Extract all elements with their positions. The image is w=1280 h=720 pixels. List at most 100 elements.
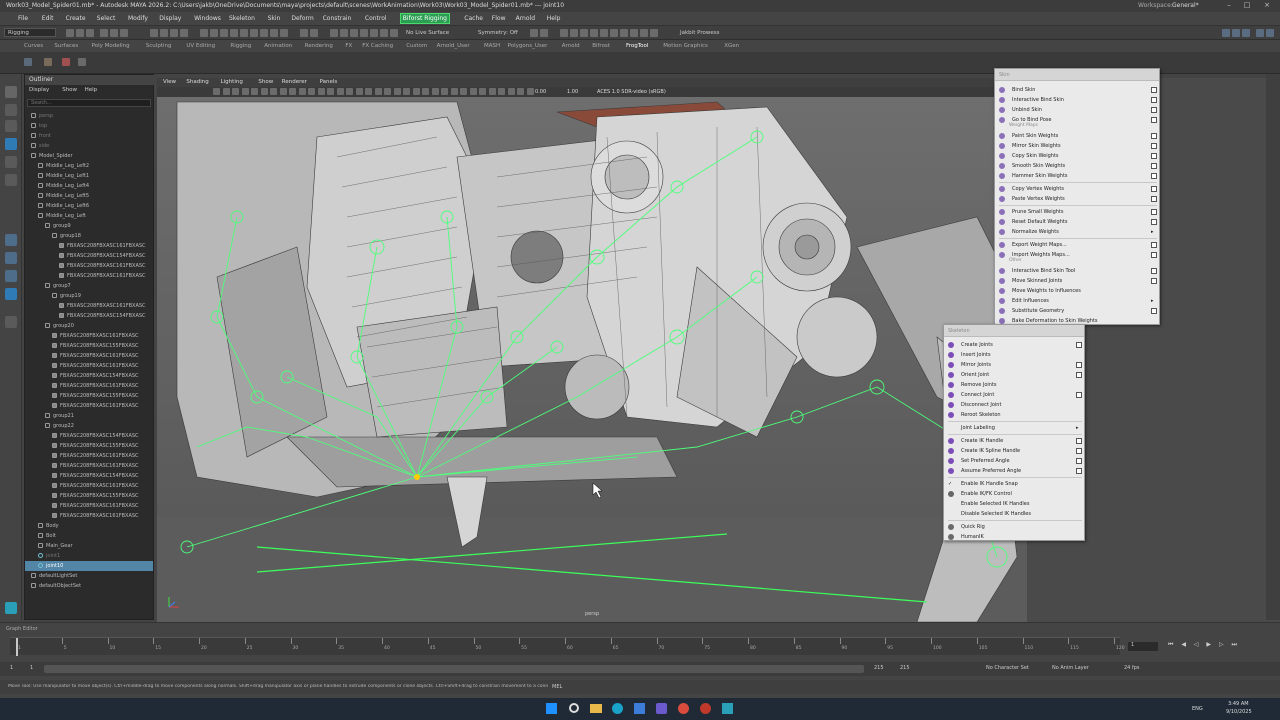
outliner-row[interactable]: group7 <box>25 281 153 291</box>
viewport-toolbar-icon[interactable] <box>251 88 258 95</box>
viewport-toolbar-icon[interactable] <box>355 88 363 95</box>
mel-label[interactable]: MEL <box>552 684 562 690</box>
outliner-row[interactable]: FBXASC208FBXASC161FBXASC <box>25 501 153 511</box>
skin-menu-item[interactable]: Paste Vertex Weights <box>995 194 1161 204</box>
minimize-icon[interactable]: – <box>1222 1 1236 10</box>
viewport-scene[interactable]: persp <box>157 97 1027 622</box>
timeline-ruler[interactable]: 1 5 10 15 20 25 30 35 40 45 50 55 60 65 70 75 80 85 90 95 10… <box>10 637 1125 656</box>
status-tool-icon[interactable] <box>170 29 178 37</box>
windows-start-icon[interactable] <box>546 703 557 714</box>
status-tool-icon[interactable] <box>360 29 368 37</box>
viewport-toolbar-icon[interactable] <box>336 88 344 95</box>
viewport-toolbar-icon[interactable] <box>232 88 239 95</box>
outliner-row[interactable]: group22 <box>25 421 153 431</box>
status-tool-icon[interactable] <box>66 29 74 37</box>
skin-menu-item[interactable]: Interactive Bind Skin <box>995 95 1161 105</box>
outliner-row[interactable]: FBXASC208FBXASC161FBXASC <box>25 241 153 251</box>
live-surface-label[interactable]: No Live Surface <box>406 30 449 36</box>
viewport-toolbar-icon[interactable] <box>384 88 391 95</box>
option-box-icon[interactable] <box>1151 143 1157 149</box>
outliner-row[interactable]: defaultLightSet <box>25 571 153 581</box>
skin-menu-item[interactable]: Hammer Skin Weights <box>995 171 1161 181</box>
status-tool-icon[interactable] <box>650 29 658 37</box>
viewport-toolbar-icon[interactable] <box>346 88 353 95</box>
viewport-toolbar-icon[interactable] <box>517 88 524 95</box>
time-slider[interactable]: Graph Editor 1 5 10 15 20 25 30 35 40 45 50 55 60 65 7… <box>0 622 1280 662</box>
skin-menu-item[interactable]: Prune Small Weights <box>995 207 1161 217</box>
viewport-toolbar-icon[interactable] <box>393 88 401 95</box>
status-tool-icon[interactable] <box>230 29 238 37</box>
maximize-icon[interactable]: □ <box>1240 1 1254 10</box>
option-box-icon[interactable] <box>1076 342 1082 348</box>
shelf-tab-curves[interactable]: Curves <box>24 43 43 49</box>
outliner-row[interactable]: FBXASC208FBXASC161FBXASC <box>25 361 153 371</box>
option-box-icon[interactable] <box>1151 117 1157 123</box>
menu-windows[interactable]: Windows <box>194 15 221 22</box>
move-tool-icon[interactable] <box>5 138 17 150</box>
menu-create[interactable]: Create <box>66 15 86 22</box>
shelf-tab-rigging[interactable]: Rigging <box>230 43 251 49</box>
viewport-toolbar-icon[interactable] <box>365 88 372 95</box>
viewport-toolbar-icon[interactable] <box>450 88 458 95</box>
viewport-toolbar-icon[interactable] <box>213 88 220 95</box>
option-box-icon[interactable] <box>1076 468 1082 474</box>
edge-icon[interactable] <box>612 703 623 714</box>
step-forward-icon[interactable]: ▷ <box>1219 641 1224 648</box>
skeleton-menu-item[interactable]: Joint Labeling ▸ <box>944 423 1086 433</box>
outliner-row[interactable]: Main_Gear <box>25 541 153 551</box>
symmetry-label[interactable]: Symmetry: Off <box>478 30 518 36</box>
shelf-tab-arnold[interactable]: Arnold <box>562 43 580 49</box>
status-tool-icon[interactable] <box>580 29 588 37</box>
option-box-icon[interactable] <box>1151 196 1157 202</box>
menu-control[interactable]: Control <box>365 15 387 22</box>
status-tool-icon[interactable] <box>390 29 398 37</box>
skin-menu-item[interactable]: Reset Default Weights <box>995 217 1161 227</box>
option-box-icon[interactable] <box>1076 362 1082 368</box>
chrome-icon[interactable] <box>678 703 689 714</box>
viewport-toolbar-icon[interactable] <box>431 88 439 95</box>
status-tool-icon[interactable] <box>640 29 648 37</box>
status-tool-icon[interactable] <box>76 29 84 37</box>
exposure-value[interactable]: 0.00 <box>535 89 546 95</box>
outliner-row[interactable]: Middle_Leg_Left1 <box>25 171 153 181</box>
clock-date[interactable]: 9/10/2025 <box>1226 709 1252 715</box>
outliner-row[interactable]: FBXASC208FBXASC154FBXASC <box>25 431 153 441</box>
skeleton-menu-item[interactable]: Create IK Handle <box>944 436 1086 446</box>
outliner-row[interactable]: Middle_Leg_Left2 <box>25 161 153 171</box>
option-box-icon[interactable] <box>1151 173 1157 179</box>
outliner-row[interactable]: side <box>25 141 153 151</box>
paint-select-icon[interactable] <box>5 120 17 132</box>
store-icon[interactable] <box>634 703 645 714</box>
skeleton-menu-item[interactable]: Orient Joint <box>944 370 1086 380</box>
skeleton-menu-item[interactable]: Insert Joints <box>944 350 1086 360</box>
option-box-icon[interactable] <box>1151 278 1157 284</box>
outliner-menu-help[interactable]: Help <box>85 87 98 93</box>
menu-skeleton[interactable]: Skeleton <box>229 15 255 22</box>
status-tool-icon[interactable] <box>350 29 358 37</box>
range-bar[interactable] <box>44 665 864 673</box>
option-box-icon[interactable] <box>1076 448 1082 454</box>
go-to-end-icon[interactable]: ⏭ <box>1232 641 1237 648</box>
skin-menu-item[interactable]: Move Weights to Influences <box>995 286 1161 296</box>
shelf-tab-animation[interactable]: Animation <box>264 43 292 49</box>
shelf-tool-icon[interactable] <box>62 58 70 66</box>
viewport-toolbar-icon[interactable] <box>317 88 325 95</box>
skeleton-menu-item[interactable]: Create IK Spline Handle <box>944 446 1086 456</box>
outliner-row[interactable]: group18 <box>25 231 153 241</box>
shelf-tab-mash[interactable]: MASH <box>484 43 500 49</box>
status-tool-icon[interactable] <box>310 29 318 37</box>
outliner-row[interactable]: FBXASC208FBXASC161FBXASC <box>25 511 153 521</box>
outliner-row[interactable]: FBXASC208FBXASC154FBXASC <box>25 311 153 321</box>
option-box-icon[interactable] <box>1151 97 1157 103</box>
layout-two-icon[interactable] <box>5 270 17 282</box>
viewport-toolbar-icon[interactable] <box>374 88 382 95</box>
viewport-menu-renderer[interactable]: Renderer <box>282 79 307 85</box>
shelf-tab-custom[interactable]: Custom <box>406 43 427 49</box>
current-time-indicator[interactable] <box>16 638 18 656</box>
status-tool-icon[interactable] <box>250 29 258 37</box>
option-box-icon[interactable] <box>1076 438 1082 444</box>
option-box-icon[interactable] <box>1151 209 1157 215</box>
range-inner-start-field[interactable]: 1 <box>30 665 33 671</box>
app-icon[interactable] <box>700 703 711 714</box>
outliner-row[interactable]: defaultObjectSet <box>25 581 153 591</box>
